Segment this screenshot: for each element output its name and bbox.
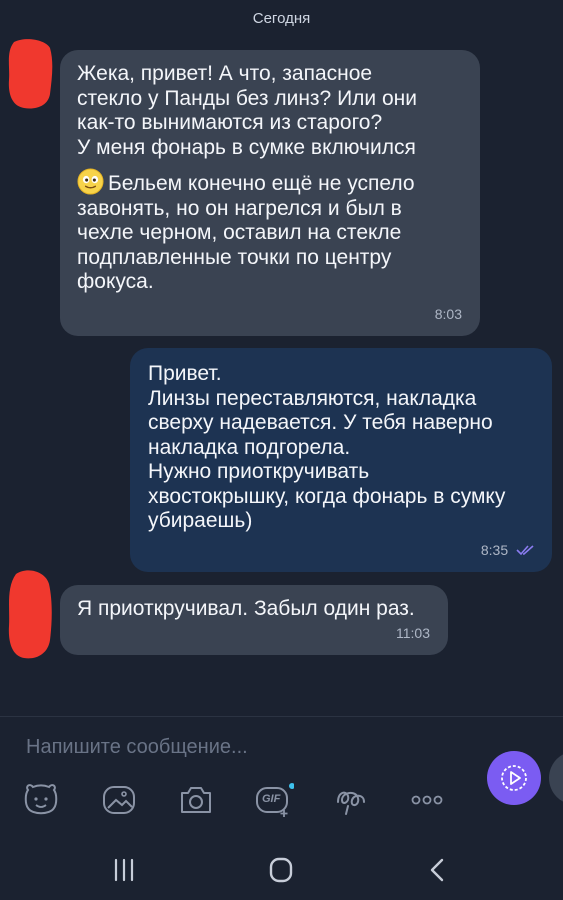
- recent-apps-icon[interactable]: [104, 854, 144, 886]
- video-message-icon: [501, 765, 527, 791]
- message-text: Привет. Линзы переставляются, накладка с…: [148, 362, 506, 532]
- home-icon[interactable]: [261, 854, 301, 886]
- gif-button[interactable]: GIF: [254, 782, 294, 818]
- gallery-icon[interactable]: [100, 782, 138, 818]
- doodle-icon[interactable]: [332, 782, 370, 818]
- message-time: 8:03: [434, 305, 462, 322]
- message-input[interactable]: Напишите сообщение...: [26, 736, 248, 759]
- message-time: 11:03: [396, 624, 430, 641]
- smiling-face-emoji-icon: [77, 168, 104, 195]
- date-separator: Сегодня: [252, 10, 311, 27]
- more-icon[interactable]: [408, 782, 446, 818]
- message-bubble-outgoing[interactable]: Привет. Линзы переставляются, накладка с…: [130, 348, 552, 572]
- chat-screen: Сегодня Жека, привет! А что, запасное ст…: [0, 0, 563, 900]
- composer-divider: [0, 716, 563, 717]
- video-message-button[interactable]: [487, 751, 541, 805]
- gif-label: GIF: [262, 793, 281, 805]
- double-check-icon: [516, 544, 534, 555]
- message-time-row: 8:35: [481, 538, 536, 563]
- back-icon[interactable]: [418, 854, 458, 886]
- message-text-continued: Бельем конечно ещё не успело завонять, н…: [77, 168, 462, 295]
- message-text: Жека, привет! А что, запасное стекло у П…: [77, 62, 417, 159]
- system-navigation-bar: [0, 840, 563, 900]
- message-text-part: Бельем конечно ещё не успело завонять, н…: [77, 172, 415, 293]
- camera-icon[interactable]: [177, 782, 215, 818]
- message-time: 8:35: [480, 541, 509, 558]
- message-bubble-incoming[interactable]: Я приоткручивал. Забыл один раз. 11:03: [60, 585, 448, 655]
- avatar[interactable]: [6, 38, 54, 110]
- sticker-icon[interactable]: [22, 782, 60, 818]
- avatar[interactable]: [6, 568, 54, 660]
- message-text: Я приоткручивал. Забыл один раз.: [77, 597, 415, 620]
- secondary-round-button[interactable]: [549, 751, 563, 805]
- message-bubble-incoming[interactable]: Жека, привет! А что, запасное стекло у П…: [60, 50, 480, 336]
